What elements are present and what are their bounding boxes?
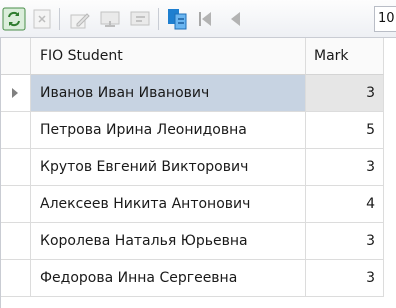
- row-indicator-header: [1, 38, 31, 75]
- table-row[interactable]: Петрова Ирина Леонидовна 5: [1, 112, 396, 149]
- table-row[interactable]: Иванов Иван Иванович 3: [1, 75, 396, 112]
- row-indicator: [1, 186, 31, 223]
- first-record-icon[interactable]: [193, 7, 217, 31]
- mark-cell[interactable]: 3: [306, 260, 384, 297]
- copy-icon[interactable]: [166, 7, 190, 31]
- current-row-pointer-icon: [12, 88, 18, 98]
- cancel-edit-icon[interactable]: [128, 7, 152, 31]
- row-indicator: [1, 223, 31, 260]
- post-icon[interactable]: [98, 7, 122, 31]
- student-name-cell[interactable]: Иванов Иван Иванович: [31, 75, 306, 112]
- student-name-cell[interactable]: Королева Наталья Юрьевна: [31, 223, 306, 260]
- mark-cell[interactable]: 3: [306, 223, 384, 260]
- table-row[interactable]: Крутов Евгений Викторович 3: [1, 149, 396, 186]
- students-grid: FIO Student Mark Иванов Иван Иванович 3 …: [0, 38, 396, 308]
- row-indicator: [1, 112, 31, 149]
- row-indicator: [1, 149, 31, 186]
- edit-icon[interactable]: [68, 7, 92, 31]
- cancel-icon[interactable]: [30, 7, 54, 31]
- table-row[interactable]: Алексеев Никита Антонович 4: [1, 186, 396, 223]
- mark-cell[interactable]: 3: [306, 75, 384, 112]
- student-name-cell[interactable]: Федорова Инна Сергеевна: [31, 260, 306, 297]
- grid-header: FIO Student Mark: [1, 38, 396, 75]
- mark-cell[interactable]: 5: [306, 112, 384, 149]
- student-name-cell[interactable]: Алексеев Никита Антонович: [31, 186, 306, 223]
- row-indicator: [1, 75, 31, 112]
- student-name-cell[interactable]: Петрова Ирина Леонидовна: [31, 112, 306, 149]
- student-name-cell[interactable]: Крутов Евгений Викторович: [31, 149, 306, 186]
- toolbar-separator: [59, 8, 60, 30]
- mark-cell[interactable]: 3: [306, 149, 384, 186]
- prior-record-icon[interactable]: [224, 7, 248, 31]
- toolbar-separator: [158, 8, 159, 30]
- refresh-icon[interactable]: [2, 7, 26, 31]
- row-indicator: [1, 260, 31, 297]
- page-number-field[interactable]: 10: [374, 6, 396, 32]
- mark-cell[interactable]: 4: [306, 186, 384, 223]
- column-header-mark[interactable]: Mark: [306, 38, 384, 75]
- navigator-toolbar: 10: [0, 0, 396, 38]
- table-row[interactable]: Королева Наталья Юрьевна 3: [1, 223, 396, 260]
- table-row[interactable]: Федорова Инна Сергеевна 3: [1, 260, 396, 297]
- column-header-fio[interactable]: FIO Student: [31, 38, 306, 75]
